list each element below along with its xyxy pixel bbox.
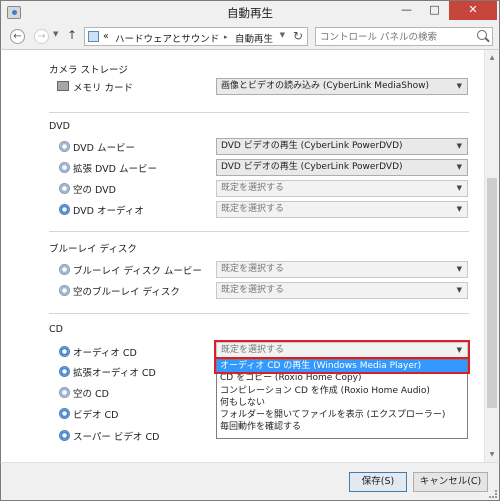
control-panel-icon: [88, 31, 99, 42]
select-value: DVD ビデオの再生 (CyberLink PowerDVD): [221, 141, 403, 151]
chevron-down-icon: ▼: [456, 205, 462, 213]
back-button[interactable]: ←: [10, 29, 25, 44]
media-disc-icon: [59, 430, 70, 441]
blu-ray-movie-select[interactable]: 既定を選択する ▼: [216, 261, 468, 278]
select-value: 既定を選択する: [221, 264, 285, 274]
row-label-enhanced-dvd-movie: 拡張 DVD ムービー: [73, 164, 158, 175]
row-label-dvd-movie: DVD ムービー: [73, 143, 135, 154]
media-disc-icon: [59, 204, 70, 215]
row-label-enhanced-audio-cd: 拡張オーディオ CD: [73, 368, 156, 379]
chevron-down-icon: ▼: [456, 265, 462, 273]
breadcrumb-overflow[interactable]: «: [103, 31, 109, 42]
memory-card-select[interactable]: 画像とビデオの読み込み (CyberLink MediaShow) ▼: [216, 78, 468, 95]
address-dropdown-icon[interactable]: ▼: [280, 31, 285, 39]
section-title-blu-ray: ブルーレイ ディスク: [49, 244, 137, 255]
section-divider: [49, 112, 469, 113]
save-button[interactable]: 保存(S): [349, 472, 407, 492]
row-label-memory-card: メモリ カード: [73, 83, 134, 94]
dvd-disc-icon: [59, 162, 70, 173]
resize-grip-icon[interactable]: [489, 490, 497, 498]
select-value: DVD ビデオの再生 (CyberLink PowerDVD): [221, 162, 403, 172]
disc-icon: [59, 285, 70, 296]
row-label-audio-cd: オーディオ CD: [73, 348, 137, 359]
minimize-button[interactable]: —: [393, 1, 420, 20]
recent-locations-dropdown[interactable]: ▼: [53, 30, 58, 38]
media-disc-icon: [59, 408, 70, 419]
row-label-blank-cd: 空の CD: [73, 389, 109, 400]
disc-icon: [59, 183, 70, 194]
up-button[interactable]: ↑: [67, 28, 77, 42]
vertical-scrollbar[interactable]: ▼ ▼: [484, 50, 499, 462]
close-button[interactable]: ✕: [449, 1, 497, 20]
blank-dvd-select[interactable]: 既定を選択する ▼: [216, 180, 468, 197]
blank-blu-ray-select[interactable]: 既定を選択する ▼: [216, 282, 468, 299]
enhanced-dvd-movie-select[interactable]: DVD ビデオの再生 (CyberLink PowerDVD) ▼: [216, 159, 468, 176]
option-copy-cd[interactable]: CD をコピー (Roxio Home Copy): [217, 372, 467, 384]
option-ask-every-time[interactable]: 毎回動作を確認する: [217, 421, 467, 433]
select-value: 既定を選択する: [221, 183, 285, 193]
chevron-down-icon: ▼: [456, 184, 462, 192]
media-disc-icon: [59, 366, 70, 377]
breadcrumb-hardware-and-sound[interactable]: ハードウェアとサウンド: [115, 31, 219, 45]
section-title-cd: CD: [49, 324, 63, 335]
search-icon[interactable]: [477, 30, 487, 40]
chevron-down-icon: ▼: [456, 286, 462, 294]
section-title-dvd: DVD: [49, 121, 70, 132]
row-label-blank-blu-ray: 空のブルーレイ ディスク: [73, 287, 180, 298]
option-take-no-action[interactable]: 何もしない: [217, 397, 467, 409]
chevron-down-icon: ▼: [456, 142, 462, 150]
breadcrumb-separator-icon[interactable]: ▸: [224, 33, 228, 41]
breadcrumb-autoplay[interactable]: 自動再生: [235, 31, 273, 45]
refresh-icon[interactable]: ↻: [293, 29, 303, 43]
option-open-folder[interactable]: フォルダーを開いてファイルを表示 (エクスプローラー): [217, 409, 467, 421]
select-value: 画像とビデオの読み込み (CyberLink MediaShow): [221, 81, 430, 91]
scroll-down-icon[interactable]: ▼: [485, 448, 499, 462]
button-bar: 保存(S) キャンセル(C): [0, 462, 500, 501]
highlight-selected-option: [214, 357, 470, 374]
row-label-dvd-audio: DVD オーディオ: [73, 206, 144, 217]
media-disc-icon: [59, 346, 70, 357]
scrollbar-thumb[interactable]: [487, 178, 497, 408]
maximize-button[interactable]: □: [421, 1, 448, 20]
chevron-down-icon: ▼: [456, 163, 462, 171]
disc-icon: [59, 387, 70, 398]
search-input[interactable]: [320, 29, 470, 45]
dvd-audio-select[interactable]: 既定を選択する ▼: [216, 201, 468, 218]
search-box[interactable]: [315, 27, 493, 46]
cancel-button[interactable]: キャンセル(C): [413, 472, 488, 492]
dvd-disc-icon: [59, 141, 70, 152]
scroll-up-icon[interactable]: ▼: [485, 50, 499, 64]
row-label-video-cd: ビデオ CD: [73, 410, 119, 421]
option-create-compilation-cd[interactable]: コンピレーション CD を作成 (Roxio Home Audio): [217, 385, 467, 397]
memory-card-icon: [57, 81, 69, 91]
settings-content: カメラ ストレージ メモリ カード 画像とビデオの読み込み (CyberLink…: [0, 50, 500, 462]
navigation-bar: ← → ▼ ↑ « ハードウェアとサウンド ▸ 自動再生 ▼ ↻: [0, 24, 500, 50]
row-label-blank-dvd: 空の DVD: [73, 185, 116, 196]
chevron-down-icon: ▼: [456, 82, 462, 90]
dvd-movie-select[interactable]: DVD ビデオの再生 (CyberLink PowerDVD) ▼: [216, 138, 468, 155]
dvd-disc-icon: [59, 264, 70, 275]
section-divider: [49, 313, 469, 314]
section-divider: [49, 231, 469, 232]
title-bar: 自動再生 — □ ✕: [0, 0, 500, 24]
address-bar[interactable]: « ハードウェアとサウンド ▸ 自動再生 ▼ ↻: [84, 27, 308, 46]
select-value: 既定を選択する: [221, 204, 285, 214]
section-title-camera-storage: カメラ ストレージ: [49, 65, 128, 76]
row-label-super-video-cd: スーパー ビデオ CD: [73, 432, 160, 443]
select-value: 既定を選択する: [221, 285, 285, 295]
row-label-blu-ray-movie: ブルーレイ ディスク ムービー: [73, 266, 202, 277]
forward-button[interactable]: →: [34, 29, 49, 44]
